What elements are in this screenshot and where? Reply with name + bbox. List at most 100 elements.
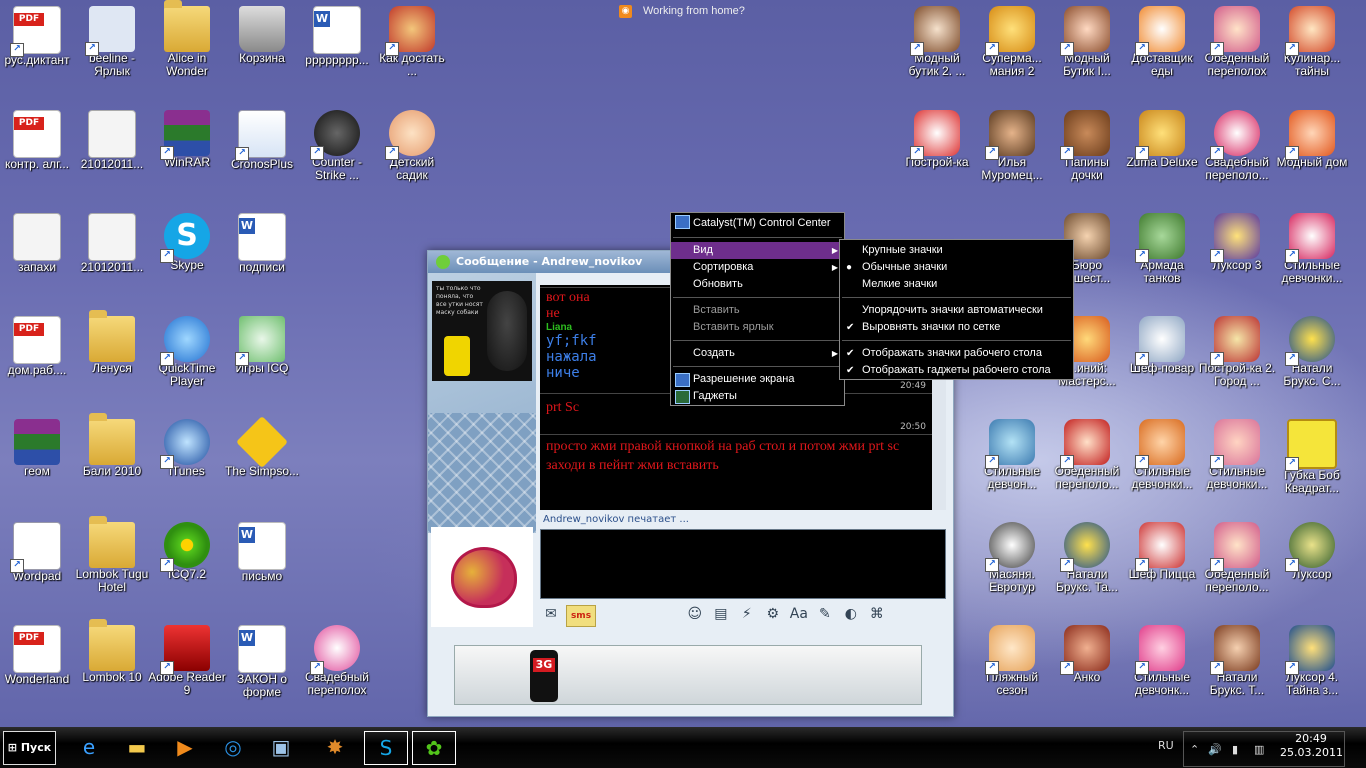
desktop-icon[interactable]: ↗ Губка Боб Квадрат... bbox=[1275, 413, 1349, 513]
desktop-icon[interactable]: дом.раб.... bbox=[0, 310, 74, 410]
history-icon[interactable]: ◐ bbox=[840, 604, 862, 624]
desktop-icon[interactable]: ↗ Игры ICQ bbox=[225, 310, 299, 410]
media-player-icon[interactable]: ▶ bbox=[164, 731, 206, 763]
menu-item-medium-icons[interactable]: ● Обычные значки bbox=[840, 259, 1073, 276]
desktop-icon[interactable]: контр. алг... bbox=[0, 104, 74, 204]
desktop-icon[interactable]: ↗ Обеденный переполо... bbox=[1200, 516, 1274, 616]
my-avatar[interactable] bbox=[431, 527, 533, 627]
desktop-icon[interactable]: ↗ Обеденный переполо... bbox=[1050, 413, 1124, 513]
network-icon[interactable]: ▥ bbox=[1254, 743, 1264, 756]
desktop-icon[interactable]: 21012011... bbox=[75, 104, 149, 204]
menu-item-align-to-grid[interactable]: ✔ Выровнять значки по сетке bbox=[840, 319, 1073, 336]
menu-item-large-icons[interactable]: Крупные значки bbox=[840, 242, 1073, 259]
desktop-icon[interactable]: Lombok Tugu Hotel bbox=[75, 516, 149, 616]
gear-icon[interactable]: ⚙ bbox=[762, 604, 784, 624]
clock[interactable]: 20:49 25.03.2011 bbox=[1280, 732, 1343, 760]
desktop-icon[interactable]: ↗ Построй-ка 2. Город ... bbox=[1199, 310, 1275, 410]
desktop-icon[interactable]: ↗ Доставщик еды bbox=[1125, 0, 1199, 100]
desktop-icon[interactable]: ↗ iTunes bbox=[150, 413, 224, 513]
desktop-icon[interactable]: ЗАКОН о форме bbox=[225, 619, 299, 719]
desktop-icon[interactable]: ↗ CronosPlus bbox=[225, 104, 299, 204]
menu-item-catalyst[interactable]: Catalyst(TM) Control Center bbox=[671, 213, 844, 233]
desktop-icon[interactable]: ↗ Шеф-повар bbox=[1125, 310, 1199, 410]
desktop-icon[interactable]: ↗ Армада танков bbox=[1125, 207, 1199, 307]
menu-item-create[interactable]: Создать ▶ bbox=[671, 345, 844, 362]
skype-taskbar-icon[interactable]: S bbox=[364, 731, 408, 765]
menu-item-gadgets[interactable]: Гаджеты bbox=[671, 388, 844, 405]
desktop-icon[interactable]: ↗ Стильные девчон... bbox=[975, 413, 1049, 513]
desktop-icon[interactable]: ↗ Стильные девчонки... bbox=[1200, 413, 1274, 513]
power-icon[interactable]: ▮ bbox=[1232, 743, 1238, 756]
desktop-icon[interactable]: ↗ QuickTime Player bbox=[150, 310, 224, 410]
desktop-icon[interactable]: ↗ Анко bbox=[1050, 619, 1124, 719]
sms-button[interactable]: sms bbox=[566, 605, 596, 627]
desktop-icon[interactable]: ↗ Свадебный переполо... bbox=[1200, 104, 1274, 204]
menu-item-small-icons[interactable]: Мелкие значки bbox=[840, 276, 1073, 293]
desktop-icon[interactable]: ↗ Натали Брукс. Т... bbox=[1200, 619, 1274, 719]
desktop-icon[interactable]: ↗ beeline - Ярлык bbox=[75, 0, 149, 100]
desktop-icon[interactable]: Бали 2010 bbox=[75, 413, 149, 513]
desktop-icon[interactable]: ↗ Обеденный переполох bbox=[1200, 0, 1274, 100]
smiley-icon[interactable]: ☺ bbox=[684, 604, 706, 624]
menu-item-auto-arrange[interactable]: Упорядочить значки автоматически bbox=[840, 302, 1073, 319]
desktop-icon[interactable]: ↗ Суперма... мания 2 bbox=[975, 0, 1049, 100]
menu-item-refresh[interactable]: Обновить bbox=[671, 276, 844, 293]
menu-item-sort[interactable]: Сортировка ▶ bbox=[671, 259, 844, 276]
desktop-icon[interactable]: ↗ Модный бутик 2. ... bbox=[900, 0, 974, 100]
desktop-icon[interactable]: Ленуся bbox=[75, 310, 149, 410]
desktop-icon[interactable]: ↗ Илья Муромец... bbox=[975, 104, 1049, 204]
desktop-icon[interactable]: 21012011... bbox=[75, 207, 149, 307]
desktop-icon[interactable]: письмо bbox=[225, 516, 299, 616]
icq-taskbar-icon[interactable]: ✿ bbox=[412, 731, 456, 765]
menu-item-paste[interactable]: Вставить bbox=[671, 302, 844, 319]
zap-icon[interactable]: ⚡ bbox=[736, 604, 758, 624]
desktop-icon[interactable]: ↗ Adobe Reader 9 bbox=[148, 619, 226, 719]
desktop-icon[interactable]: ↗ Детский садик bbox=[375, 104, 449, 204]
desktop-icon[interactable]: ↗ Натали Брукс. Та... bbox=[1050, 516, 1124, 616]
cronos-taskbar-icon[interactable]: ◎ bbox=[212, 731, 254, 763]
internet-explorer-icon[interactable]: e bbox=[68, 731, 110, 763]
desktop-icon[interactable]: ↗ Луксор bbox=[1275, 516, 1349, 616]
desktop-icon[interactable]: ↗ Масяня. Евротур bbox=[975, 516, 1049, 616]
menu-item-paste-shortcut[interactable]: Вставить ярлык bbox=[671, 319, 844, 336]
desktop-icon[interactable]: ↗ Луксор 3 bbox=[1200, 207, 1274, 307]
desktop-icon[interactable]: ↗ Стильные девчонки... bbox=[1125, 413, 1199, 513]
desktop-icon[interactable]: ↗ Шеф Пицца bbox=[1125, 516, 1199, 616]
desktop-icon[interactable]: ↗ WinRAR bbox=[150, 104, 224, 204]
desktop-icon[interactable]: ↗ Counter - Strike ... bbox=[300, 104, 374, 204]
send-icon[interactable]: ✉ bbox=[540, 604, 562, 624]
desktop-icon[interactable]: ↗ Стильные девчонк... bbox=[1125, 619, 1199, 719]
desktop-icon[interactable]: ↗ Модный дом bbox=[1275, 104, 1349, 204]
desktop-icon[interactable]: ↗ Папины дочки bbox=[1050, 104, 1124, 204]
desktop-icon[interactable]: ↗ Кулинар... тайны bbox=[1275, 0, 1349, 100]
desktop-icon[interactable]: ↗ Пляжный сезон bbox=[975, 619, 1049, 719]
desktop-icon[interactable]: S ↗ Skype bbox=[150, 207, 224, 307]
explorer-folder-icon[interactable]: ▬ bbox=[116, 731, 158, 763]
desktop-icon[interactable]: ↗ Натали Брукс. С... bbox=[1275, 310, 1349, 410]
file-icon[interactable]: ▤ bbox=[710, 604, 732, 624]
desktop-icon[interactable]: ↗рус.диктант bbox=[0, 0, 74, 100]
desktop-icon[interactable]: ↗ Построй-ка bbox=[900, 104, 974, 204]
desktop-icon[interactable]: ↗ Zuma Deluxe bbox=[1125, 104, 1199, 204]
desktop-icon[interactable]: рррррррр... bbox=[300, 0, 374, 100]
desktop-icon[interactable]: Alice in Wonder bbox=[150, 0, 224, 100]
desktop-icon[interactable]: Lombok 10 bbox=[75, 619, 149, 719]
photo-viewer-icon[interactable]: ▣ bbox=[260, 731, 302, 763]
desktop-icon[interactable]: подписи bbox=[225, 207, 299, 307]
menu-item-screen-resolution[interactable]: Разрешение экрана bbox=[671, 371, 844, 388]
desktop-icon[interactable]: запахи bbox=[0, 207, 74, 307]
game-pad-icon[interactable]: ⌘ bbox=[866, 604, 888, 624]
menu-item-view[interactable]: Вид ▶ bbox=[671, 242, 844, 259]
menu-item-show-gadgets[interactable]: ✔ Отображать гаджеты рабочего стола bbox=[840, 362, 1073, 379]
desktop-icon[interactable]: ↗ Wordpad bbox=[0, 516, 74, 616]
pen-icon[interactable]: ✎ bbox=[814, 604, 836, 624]
desktop-icon[interactable]: Wonderland bbox=[0, 619, 74, 719]
language-indicator[interactable]: RU bbox=[1158, 739, 1174, 752]
games-taskbar-icon[interactable]: ✸ bbox=[314, 731, 356, 763]
desktop-icon[interactable]: геом bbox=[0, 413, 74, 513]
start-button[interactable]: ⊞ Пуск bbox=[3, 731, 56, 765]
volume-icon[interactable]: 🔊 bbox=[1208, 743, 1222, 756]
desktop-icon[interactable]: The Simpso... bbox=[225, 413, 299, 513]
message-input[interactable] bbox=[540, 529, 946, 599]
desktop-icon[interactable]: Корзина bbox=[225, 0, 299, 100]
